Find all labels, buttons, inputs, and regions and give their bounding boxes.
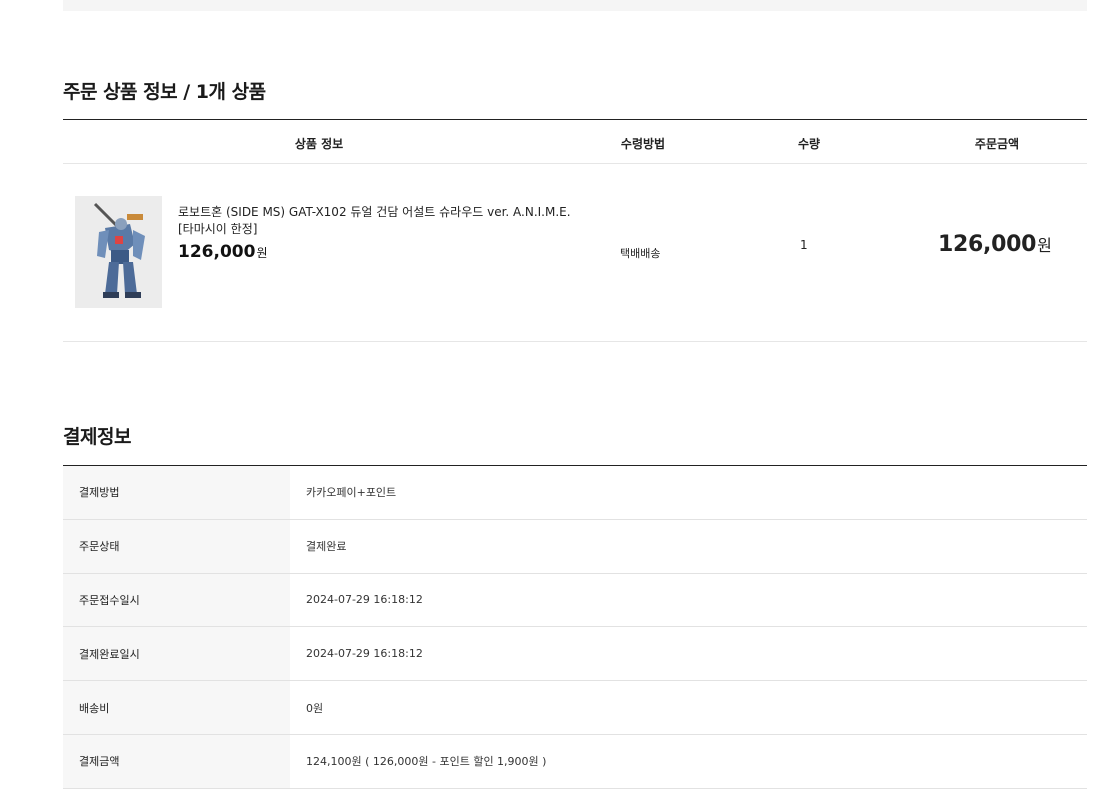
payment-row-paid-date: 결제완료일시 2024-07-29 16:18:12 bbox=[63, 627, 1087, 682]
header-product-info: 상품 정보 bbox=[294, 137, 344, 151]
order-item-row: 로보트혼 (SIDE MS) GAT-X102 듀얼 건담 어설트 슈라우드 v… bbox=[63, 164, 1087, 342]
payment-section-title: 결제정보 bbox=[63, 426, 131, 448]
product-thumbnail[interactable] bbox=[75, 196, 162, 308]
payment-value: 2024-07-29 16:18:12 bbox=[306, 647, 423, 661]
top-band bbox=[63, 0, 1087, 11]
product-price-value: 126,000 bbox=[178, 242, 256, 262]
header-order-amount: 주문금액 bbox=[974, 137, 1020, 151]
product-price: 126,000원 bbox=[178, 242, 267, 262]
payment-value: 2024-07-29 16:18:12 bbox=[306, 593, 423, 607]
payment-label: 결제완료일시 bbox=[63, 627, 290, 681]
robot-figure-image bbox=[75, 196, 162, 308]
order-amount-currency: 원 bbox=[1037, 236, 1052, 255]
order-amount-value: 126,000 bbox=[938, 232, 1037, 257]
payment-label: 결제방법 bbox=[63, 466, 290, 519]
order-table: 상품 정보 수령방법 수량 주문금액 로보트혼 (SIDE MS) GAT-X1… bbox=[63, 119, 1087, 342]
order-amount: 126,000원 bbox=[938, 232, 1052, 257]
order-section-title: 주문 상품 정보 / 1개 상품 bbox=[63, 81, 266, 103]
payment-label: 주문상태 bbox=[63, 519, 290, 573]
payment-label: 배송비 bbox=[63, 681, 290, 734]
header-delivery-method: 수령방법 bbox=[620, 137, 666, 151]
payment-label: 결제금액 bbox=[63, 734, 290, 788]
order-table-header: 상품 정보 수령방법 수량 주문금액 bbox=[63, 120, 1087, 164]
payment-row-order-date: 주문접수일시 2024-07-29 16:18:12 bbox=[63, 573, 1087, 628]
payment-row-method: 결제방법 카카오페이+포인트 bbox=[63, 466, 1087, 520]
header-quantity: 수량 bbox=[797, 137, 821, 151]
product-price-currency: 원 bbox=[256, 246, 268, 260]
payment-info-table: 결제방법 카카오페이+포인트 주문상태 결제완료 주문접수일시 2024-07-… bbox=[63, 465, 1087, 789]
product-name[interactable]: 로보트혼 (SIDE MS) GAT-X102 듀얼 건담 어설트 슈라우드 v… bbox=[178, 204, 578, 238]
payment-row-status: 주문상태 결제완료 bbox=[63, 519, 1087, 574]
delivery-method: 택배배송 bbox=[620, 247, 661, 260]
payment-label: 주문접수일시 bbox=[63, 573, 290, 627]
payment-row-shipping-fee: 배송비 0원 bbox=[63, 681, 1087, 735]
payment-value: 124,100원 ( 126,000원 - 포인트 할인 1,900원 ) bbox=[306, 755, 547, 769]
payment-value: 결제완료 bbox=[306, 540, 347, 554]
payment-value: 카카오페이+포인트 bbox=[306, 486, 397, 500]
payment-value: 0원 bbox=[306, 701, 324, 715]
item-quantity: 1 bbox=[800, 238, 808, 252]
payment-row-total: 결제금액 124,100원 ( 126,000원 - 포인트 할인 1,900원… bbox=[63, 734, 1087, 789]
